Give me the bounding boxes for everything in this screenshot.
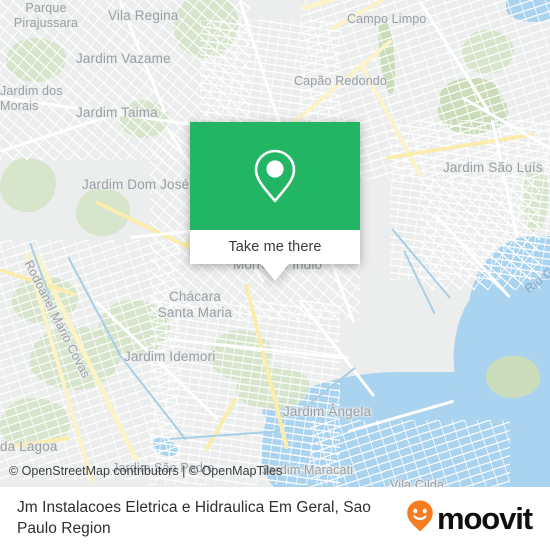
map-label-jardim-idemori: Jardim Idemori — [124, 349, 216, 364]
street-texture-e-lower — [420, 180, 540, 290]
map-label-jardim-dos-morais: Jardim dos Morais — [0, 84, 63, 114]
map-label-vila-regina: Vila Regina — [108, 8, 179, 23]
map-label-jardim-vazame: Jardim Vazame — [76, 51, 171, 66]
moovit-smiling-pin-icon — [406, 499, 434, 538]
map-label-da-lagoa: da Lagoa — [0, 439, 58, 454]
green-right-mid-wood — [486, 356, 540, 398]
map-label-campo-limpo: Campo Limpo — [347, 12, 427, 26]
take-me-there-button[interactable]: Take me there — [190, 230, 360, 264]
moovit-wordmark: moovit — [436, 501, 533, 536]
map-label-chacara-santa-maria: Chácara Santa Maria — [157, 289, 233, 321]
map-label-jardim-dom-jose: Jardim Dom José — [82, 177, 190, 192]
map-page: Parque Pirajussara Vila Regina Campo Lim… — [0, 0, 550, 550]
popup-header — [190, 122, 360, 230]
moovit-logo[interactable]: moovit — [406, 499, 533, 538]
take-me-there-label: Take me there — [228, 239, 322, 255]
map-label-parque-pirajussara: Parque Pirajussara — [13, 1, 79, 31]
map-pin-icon — [252, 147, 298, 205]
map-attribution: © OpenStreetMap contributors | © OpenMap… — [9, 464, 283, 478]
place-title: Jm Instalacoes Eletrica e Hidraulica Em … — [17, 498, 371, 537]
map-label-jardim-angela: Jardim Ângela — [283, 404, 372, 419]
popup-tail — [261, 264, 289, 281]
location-popup[interactable]: Take me there — [190, 122, 360, 281]
page-footer: Jm Instalacoes Eletrica e Hidraulica Em … — [0, 487, 550, 550]
green-left-mid — [0, 158, 56, 212]
map-label-vila-cilda: Vila Cilda — [390, 478, 445, 487]
map-label-jardim-sao-luis: Jardim São Luís — [443, 160, 543, 175]
map-label-capao-redondo: Capão Redondo — [294, 74, 387, 88]
map-label-jardim-taima: Jardim Taima — [76, 105, 158, 120]
